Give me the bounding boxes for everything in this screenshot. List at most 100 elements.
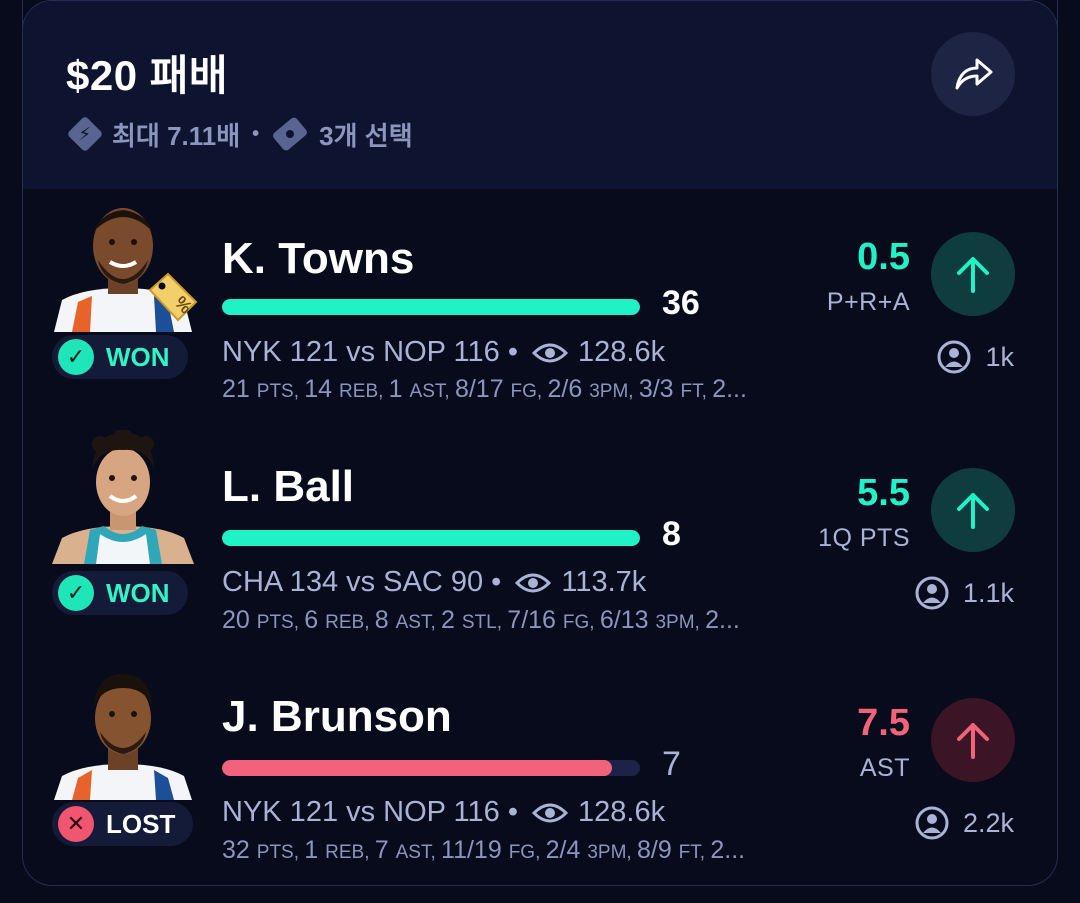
box-stat-label: AST, — [395, 842, 442, 863]
box-stat-value: 1 — [388, 375, 410, 403]
eye-icon — [532, 343, 569, 362]
users-value: 1k — [985, 341, 1014, 372]
users-value: 2.2k — [962, 807, 1014, 838]
box-stat-value: 7 — [374, 836, 396, 864]
box-stat-label: 3PM, — [587, 842, 637, 863]
box-stat-value: 2/6 — [547, 375, 590, 403]
share-icon — [955, 58, 993, 90]
box-stat-value: 1 — [304, 836, 326, 864]
box-stat-value: 2... — [712, 375, 747, 403]
box-stat-label: REB, — [339, 381, 389, 402]
box-stat-label: REB, — [325, 842, 375, 863]
game-info: CHA 134 vs SAC 90 • 113.7k — [222, 566, 646, 599]
progress-fill — [222, 299, 640, 315]
player-name: K. Towns — [222, 234, 415, 283]
view-count: 128.6k — [578, 336, 666, 368]
game-score: CHA 134 vs SAC 90 • — [222, 566, 502, 598]
multiplier-text: 최대 7.11배 — [112, 120, 241, 151]
check-icon: ✓ — [58, 339, 94, 375]
box-stat-label: AST, — [395, 612, 442, 633]
more-pick-button[interactable] — [931, 232, 1015, 316]
eye-icon — [532, 803, 569, 822]
player-avatar — [44, 666, 202, 800]
arrow-up-icon — [957, 257, 989, 293]
box-stat-value: 21 — [222, 375, 257, 403]
box-stat-value: 2... — [705, 606, 740, 634]
box-stat-label: FT, — [680, 381, 713, 402]
view-count: 113.7k — [561, 566, 647, 598]
check-icon: ✓ — [58, 575, 94, 611]
arrow-up-icon — [957, 493, 989, 529]
result-badge: ✕ LOST — [52, 802, 194, 846]
player-name: J. Brunson — [222, 692, 452, 741]
progress-fill — [222, 530, 640, 546]
prop-category: 1Q PTS — [818, 524, 910, 552]
box-stat-value: 8/9 — [636, 836, 679, 864]
box-score: 21 PTS, 14 REB, 1 AST, 8/17 FG, 2/6 3PM,… — [222, 375, 747, 404]
result-label: WON — [106, 341, 170, 372]
stat-value: 36 — [662, 284, 700, 322]
lightning-icon: ⚡ — [66, 115, 104, 153]
game-info: NYK 121 vs NOP 116 • 128.6k — [222, 796, 665, 829]
box-stat-label: PTS, — [256, 612, 305, 633]
progress-bar — [222, 530, 640, 546]
box-stat-label: REB, — [325, 612, 375, 633]
more-pick-button[interactable] — [931, 468, 1015, 552]
game-score: NYK 121 vs NOP 116 • — [222, 796, 519, 828]
box-stat-value: 2... — [710, 836, 746, 864]
users-value: 1.1k — [962, 577, 1014, 608]
prop-line: 5.5 — [857, 472, 910, 514]
box-stat-value: 6/13 — [599, 606, 656, 634]
box-stat-label: FG, — [510, 381, 548, 402]
box-stat-label: PTS, — [256, 842, 305, 863]
entry-meta: ⚡ 최대 7.11배 • 3개 선택 — [66, 112, 413, 156]
box-stat-label: FG, — [562, 612, 600, 633]
user-icon — [915, 576, 949, 610]
box-stat-value: 2/4 — [545, 836, 588, 864]
box-stat-value: 14 — [304, 375, 340, 403]
box-stat-value: 20 — [222, 606, 257, 634]
box-stat-label: 3PM, — [655, 612, 706, 633]
game-info: NYK 121 vs NOP 116 • 128.6k — [222, 336, 665, 369]
game-score: NYK 121 vs NOP 116 • — [222, 336, 519, 368]
box-stat-value: 8 — [374, 606, 396, 634]
stat-value: 8 — [662, 515, 681, 553]
prop-category: AST — [859, 754, 910, 782]
box-stat-value: 7/16 — [507, 606, 563, 634]
result-badge: ✓ WON — [52, 571, 188, 615]
prop-category: P+R+A — [826, 288, 910, 316]
user-icon — [937, 340, 971, 374]
share-button[interactable] — [931, 32, 1015, 116]
users-count: 2.2k — [915, 806, 1014, 840]
prop-line: 0.5 — [857, 236, 910, 278]
result-label: LOST — [106, 808, 176, 839]
box-stat-value: 11/19 — [441, 836, 509, 864]
picks-count: 3개 선택 — [319, 120, 413, 151]
player-name: L. Ball — [222, 462, 355, 511]
entry-title: $20 패배 — [66, 52, 229, 99]
result-label: WON — [106, 577, 170, 608]
box-stat-label: FT, — [678, 842, 711, 863]
more-pick-button[interactable] — [931, 698, 1015, 782]
box-stat-value: 8/17 — [454, 375, 511, 403]
eye-icon — [515, 573, 552, 592]
progress-bar — [222, 299, 640, 315]
box-stat-value: 32 — [222, 836, 257, 864]
box-stat-label: FG, — [508, 842, 546, 863]
box-stat-value: 2 — [441, 606, 462, 634]
users-count: 1k — [937, 340, 1014, 374]
box-stat-value: 6 — [304, 606, 326, 634]
arrow-up-icon — [957, 723, 989, 759]
box-stat-label: 3PM, — [589, 381, 639, 402]
box-stat-label: PTS, — [256, 381, 305, 402]
player-avatar — [44, 430, 202, 564]
progress-fill — [222, 760, 613, 776]
box-score: 32 PTS, 1 REB, 7 AST, 11/19 FG, 2/4 3PM,… — [222, 836, 745, 865]
meta-separator: • — [252, 122, 260, 145]
box-stat-label: AST, — [409, 381, 455, 402]
x-icon: ✕ — [58, 806, 94, 842]
stat-value: 7 — [662, 745, 681, 783]
box-stat-label: STL, — [461, 612, 508, 633]
progress-bar — [222, 760, 640, 776]
users-count: 1.1k — [915, 576, 1014, 610]
